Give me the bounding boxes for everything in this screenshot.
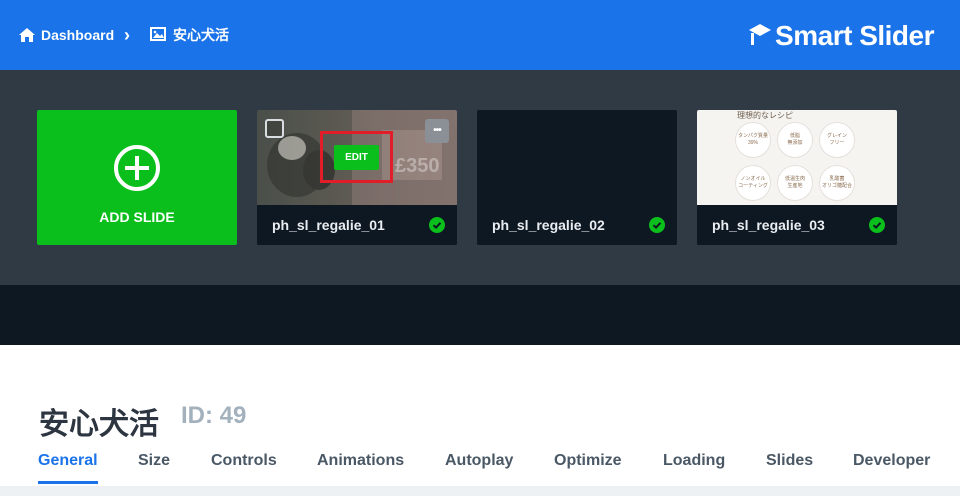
- edit-button[interactable]: EDIT: [334, 145, 379, 170]
- tab-autoplay[interactable]: Autoplay: [445, 452, 513, 470]
- content-band: [0, 486, 960, 496]
- slide-name: ph_sl_regalie_02: [492, 217, 605, 233]
- published-check-icon[interactable]: [429, 217, 445, 233]
- overlay-price-text: £350: [395, 155, 440, 177]
- recipe-badge: 乳酸菌 オリゴ糖配合: [819, 165, 855, 201]
- slide-thumbnail: £350 ••• EDIT: [257, 110, 457, 205]
- select-checkbox[interactable]: [265, 119, 284, 138]
- smart-slider-logo: Smart Slider: [747, 18, 934, 54]
- breadcrumb-current[interactable]: 安心犬活: [150, 26, 229, 44]
- breadcrumb-current-label: 安心犬活: [173, 27, 229, 43]
- settings-tabs: General Size Controls Animations Autopla…: [0, 450, 960, 486]
- tab-general[interactable]: General: [38, 452, 98, 470]
- slider-settings: 安心犬活 ID: 49 General Size Controls Animat…: [0, 345, 960, 496]
- published-check-icon[interactable]: [649, 217, 665, 233]
- breadcrumb-dashboard[interactable]: Dashboard: [18, 26, 114, 44]
- slide-card[interactable]: £350 ••• EDIT ph_sl_regalie_01: [257, 110, 457, 245]
- slide-name: ph_sl_regalie_01: [272, 217, 385, 233]
- slides-bottom-strip: [0, 285, 960, 345]
- tab-controls[interactable]: Controls: [211, 452, 277, 470]
- slide-thumbnail: 理想的なレシピ タンパク質量 39% 低脂 無添加 グレイン フリー ノンオイル…: [697, 110, 897, 205]
- slide-footer: ph_sl_regalie_01: [257, 205, 457, 245]
- tab-size[interactable]: Size: [138, 452, 170, 470]
- tab-optimize[interactable]: Optimize: [554, 452, 622, 470]
- tab-animations[interactable]: Animations: [317, 452, 404, 470]
- more-options-button[interactable]: •••: [425, 119, 449, 143]
- recipe-badge: 低脂 無添加: [777, 122, 813, 158]
- graduation-cap-icon: [747, 21, 773, 51]
- home-icon: [18, 26, 36, 44]
- recipe-badge: グレイン フリー: [819, 122, 855, 158]
- slide-card[interactable]: ph_sl_regalie_02: [477, 110, 677, 245]
- add-slide-button[interactable]: ADD SLIDE: [37, 110, 237, 245]
- published-check-icon[interactable]: [869, 217, 885, 233]
- slider-id: ID: 49: [181, 402, 247, 429]
- breadcrumb-separator: ›: [124, 24, 130, 45]
- top-bar: Dashboard › 安心犬活 Smart Slider: [0, 0, 960, 70]
- recipe-badge: タンパク質量 39%: [735, 122, 771, 158]
- image-icon: [150, 26, 168, 44]
- thumbnail-heading: 理想的なレシピ: [737, 111, 793, 120]
- slider-title: 安心犬活: [39, 407, 159, 442]
- slide-thumbnail: [477, 110, 677, 205]
- active-tab-indicator: [38, 481, 98, 484]
- slide-name: ph_sl_regalie_03: [712, 217, 825, 233]
- add-slide-label: ADD SLIDE: [99, 209, 175, 225]
- ellipsis-icon: •••: [433, 125, 441, 136]
- tab-developer[interactable]: Developer: [853, 452, 930, 470]
- tab-slides[interactable]: Slides: [766, 452, 813, 470]
- slide-footer: ph_sl_regalie_02: [477, 205, 677, 245]
- tab-loading[interactable]: Loading: [663, 452, 725, 470]
- slide-card[interactable]: 理想的なレシピ タンパク質量 39% 低脂 無添加 グレイン フリー ノンオイル…: [697, 110, 897, 245]
- plus-circle-icon: [113, 144, 161, 192]
- brand-text: Smart Slider: [775, 20, 934, 51]
- breadcrumb-dashboard-label: Dashboard: [41, 27, 115, 43]
- slide-footer: ph_sl_regalie_03: [697, 205, 897, 245]
- recipe-badge: ノンオイル コーティング: [735, 165, 771, 201]
- recipe-badge: 低温生肉 生産地: [777, 165, 813, 201]
